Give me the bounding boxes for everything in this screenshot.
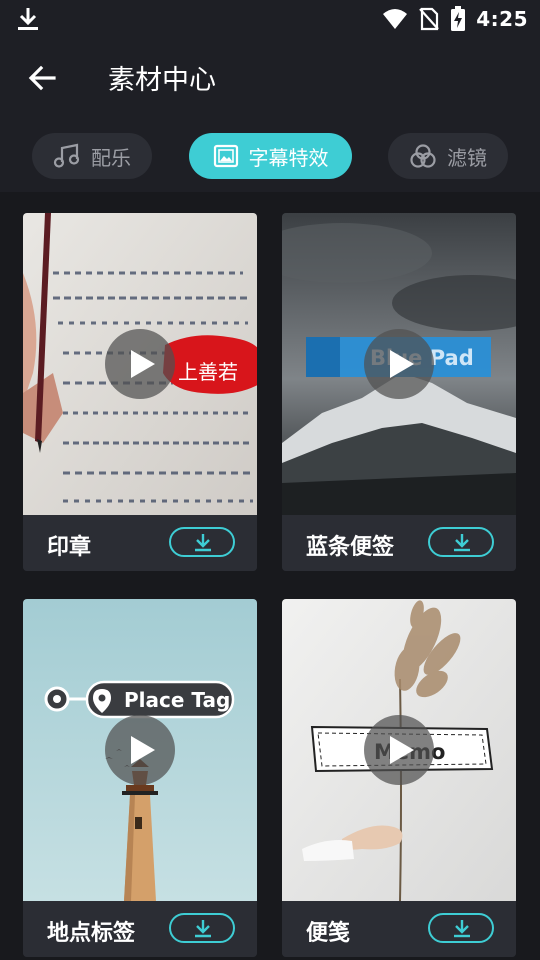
play-icon	[131, 736, 155, 764]
play-button[interactable]	[364, 329, 434, 399]
arrow-left-icon[interactable]	[26, 62, 58, 94]
app-bar: 素材中心	[0, 38, 540, 120]
download-button[interactable]	[169, 913, 235, 943]
download-icon	[18, 8, 38, 30]
status-bar: 4:25	[0, 0, 540, 38]
card-caption: 蓝条便签	[282, 515, 516, 571]
play-icon	[390, 350, 414, 378]
card-caption: 印章	[23, 515, 257, 571]
card-place-tag[interactable]: Place Tag 地点标签	[23, 599, 257, 957]
card-title: 便笺	[306, 921, 351, 946]
music-note-icon	[53, 143, 80, 168]
tab-label: 配乐	[91, 145, 131, 170]
tab-label: 字幕特效	[248, 145, 329, 170]
play-button[interactable]	[364, 715, 434, 785]
card-caption: 地点标签	[23, 901, 257, 957]
image-frame-icon	[213, 144, 238, 168]
page-title: 素材中心	[108, 65, 216, 96]
card-title: 蓝条便签	[306, 535, 395, 560]
download-button[interactable]	[428, 913, 494, 943]
card-blue-pad[interactable]: Blue Pad 蓝条便签	[282, 213, 516, 571]
thumbnail-pampas-grass: Memo	[282, 599, 516, 901]
thumbnail-calligraphy: 上善若	[23, 213, 257, 515]
play-button[interactable]	[105, 715, 175, 785]
card-caption: 便笺	[282, 901, 516, 957]
tab-subtitle-effects[interactable]: 字幕特效	[189, 133, 352, 179]
material-grid: 上善若 印章 Pad 蓝条便签 Place Tag 地点标签 便笺	[0, 192, 540, 960]
download-icon	[195, 920, 211, 938]
download-button[interactable]	[428, 527, 494, 557]
battery-charging-icon	[451, 6, 466, 31]
tab-filters[interactable]: 滤镜	[388, 133, 508, 179]
place-tag-text: Place Tag	[124, 688, 230, 712]
card-title: 地点标签	[47, 921, 136, 946]
download-button[interactable]	[169, 527, 235, 557]
wifi-icon	[383, 9, 408, 29]
card-memo[interactable]: Memo 便笺	[282, 599, 516, 957]
clock: 4:25	[476, 7, 528, 31]
thumbnail-mountain: Blue Pad	[282, 213, 516, 515]
tab-label: 滤镜	[447, 145, 487, 170]
download-icon	[454, 534, 470, 552]
seal-text: 上善若	[178, 360, 238, 384]
download-icon	[454, 920, 470, 938]
play-icon	[390, 736, 414, 764]
play-icon	[131, 350, 155, 378]
play-button[interactable]	[105, 329, 175, 399]
card-seal[interactable]: 上善若 印章	[23, 213, 257, 571]
tab-music[interactable]: 配乐	[32, 133, 152, 179]
category-tabs: 配乐 字幕特效 滤镜	[0, 120, 540, 192]
thumbnail-lighthouse: Place Tag	[23, 599, 257, 901]
card-title: 印章	[47, 535, 92, 560]
no-sim-icon	[419, 7, 440, 31]
filter-circles-icon	[410, 144, 436, 168]
download-icon	[195, 534, 211, 552]
